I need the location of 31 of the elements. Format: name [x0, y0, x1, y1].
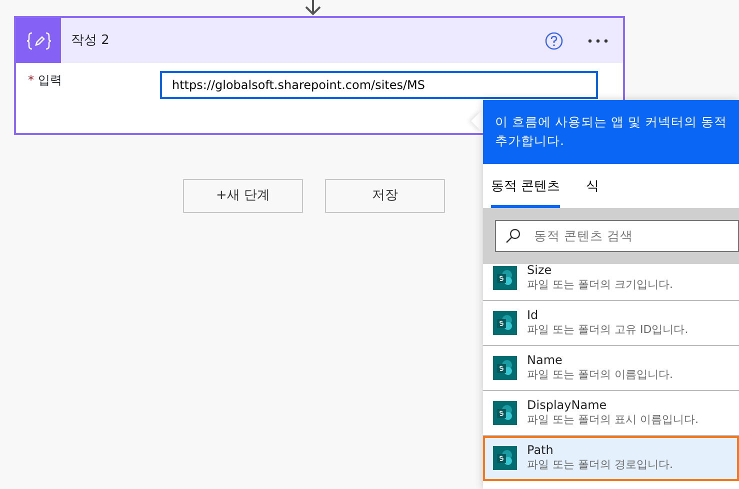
content-item[interactable]: Size 파일 또는 폴더의 크기입니다.	[483, 256, 739, 300]
action-button[interactable]: 저장	[325, 179, 445, 213]
tab[interactable]: 식	[586, 176, 600, 208]
sharepoint-icon	[493, 310, 517, 334]
content-item[interactable]: Path 파일 또는 폴더의 경로입니다.	[483, 436, 739, 480]
item-description: 파일 또는 폴더의 이름입니다.	[527, 368, 673, 382]
help-icon[interactable]	[545, 32, 563, 50]
item-description: 파일 또는 폴더의 표시 이름입니다.	[527, 413, 698, 427]
item-name: Id	[527, 308, 540, 324]
action-button[interactable]: +새 단계	[183, 179, 303, 213]
sharepoint-icon	[493, 266, 517, 290]
item-name: DisplayName	[527, 398, 608, 414]
field-label: 입력	[38, 73, 62, 87]
item-name: Size	[527, 263, 553, 278]
card-title: 작성 2	[71, 32, 110, 50]
down-arrow-icon	[303, 0, 323, 16]
input-field[interactable]: https://globalsoft.sharepoint.com/sites/MS	[160, 71, 598, 99]
content-item[interactable]: Id 파일 또는 폴더의 고유 ID입니다.	[483, 300, 739, 346]
item-description: 파일 또는 폴더의 경로입니다.	[527, 458, 673, 472]
info-banner: 이 흐름에 사용되는 앱 및 커넥터의 동적 추가합니다.	[483, 100, 739, 164]
item-name: Path	[527, 443, 554, 458]
content-item[interactable]: Name 파일 또는 폴더의 이름입니다.	[483, 346, 739, 390]
required-mark: *	[28, 73, 34, 87]
item-description: 파일 또는 폴더의 크기입니다.	[527, 278, 673, 292]
sharepoint-icon	[493, 400, 517, 424]
sharepoint-icon	[493, 446, 517, 470]
more-options-icon[interactable]	[587, 38, 609, 44]
item-name: Name	[527, 353, 564, 368]
item-description: 파일 또는 폴더의 고유 ID입니다.	[527, 323, 688, 337]
search-field[interactable]: 동적 콘텐츠 검색	[495, 220, 739, 252]
sharepoint-icon	[493, 356, 517, 380]
